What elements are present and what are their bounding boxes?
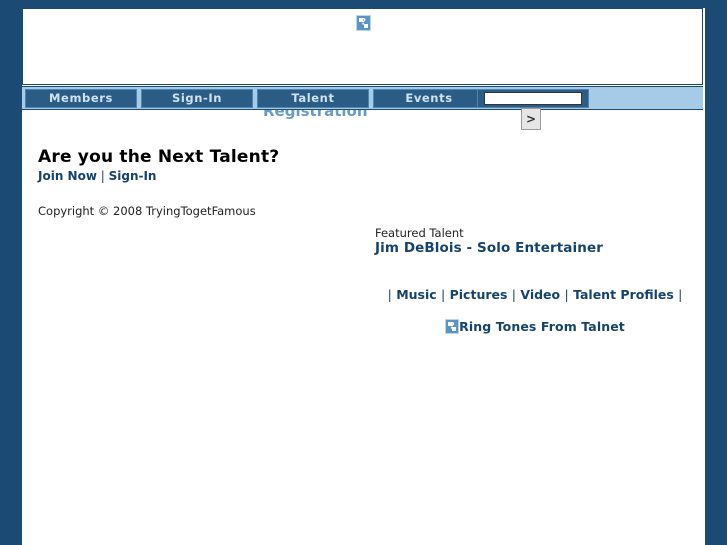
header-banner [22, 8, 703, 85]
nav-item-talent[interactable]: Talent [257, 89, 369, 108]
search-input[interactable] [484, 92, 582, 105]
media-links-row: | Music | Pictures | Video | Talent Prof… [375, 287, 695, 302]
featured-talent-name[interactable]: Jim DeBlois - Solo Entertainer [375, 240, 695, 257]
search-submit-button[interactable]: > [521, 108, 541, 130]
nav-item-sign-in[interactable]: Sign-In [141, 89, 253, 108]
sign-in-link[interactable]: Sign-In [109, 169, 157, 183]
broken-image-icon[interactable] [356, 15, 371, 31]
featured-talent-block: Featured Talent Jim DeBlois - Solo Enter… [375, 226, 695, 257]
page-frame: Registration Members Sign-In Talent Even… [22, 8, 705, 545]
media-link-pictures[interactable]: Pictures [450, 287, 508, 302]
ringtones-link[interactable]: Ring Tones From Talnet [459, 319, 625, 334]
media-link-talent-profiles[interactable]: Talent Profiles [573, 287, 674, 302]
join-now-link[interactable]: Join Now [38, 169, 97, 183]
cta-separator: | [96, 169, 109, 183]
media-link-music[interactable]: Music [396, 287, 436, 302]
ringtones-row: Ring Tones From Talnet [375, 316, 695, 335]
page-title: Are you the Next Talent? [38, 147, 280, 167]
media-links-trail-pipe: | [678, 287, 683, 302]
featured-talent-label: Featured Talent [375, 226, 464, 240]
cta-links: Join Now | Sign-In [38, 169, 378, 184]
media-links-separator-2: | [511, 287, 516, 302]
broken-image-icon[interactable] [445, 319, 460, 334]
nav-item-events[interactable]: Events [373, 89, 485, 108]
media-links-separator-3: | [564, 287, 569, 302]
primary-navigation: Members Sign-In Talent Events [22, 86, 703, 110]
nav-item-members[interactable]: Members [25, 89, 137, 108]
media-link-video[interactable]: Video [520, 287, 560, 302]
media-links-lead-pipe: | [387, 287, 392, 302]
media-links-separator-1: | [441, 287, 446, 302]
search-cell [477, 89, 589, 108]
copyright-text: Copyright © 2008 TryingTogetFamous [38, 204, 256, 218]
call-to-action-block: Are you the Next Talent? Join Now | Sign… [38, 147, 378, 184]
